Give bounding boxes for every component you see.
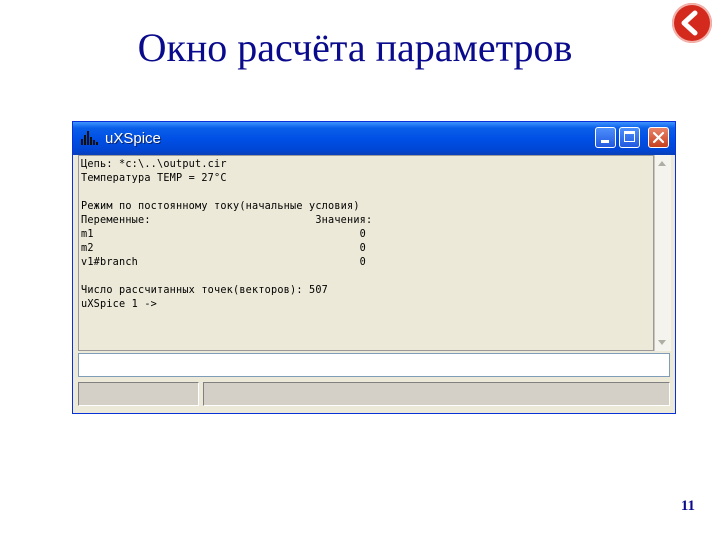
console-text: Цепь: *c:\..\output.cir Температура TEMP … bbox=[81, 158, 651, 312]
command-input[interactable] bbox=[78, 353, 670, 377]
status-cell-right bbox=[203, 382, 670, 406]
app-histogram-icon bbox=[81, 131, 99, 145]
console-line: Температура TEMP = 27°C bbox=[81, 173, 227, 184]
console-line: m1 0 bbox=[81, 229, 367, 240]
console-line: Переменные: Значения: bbox=[81, 215, 373, 226]
close-button[interactable] bbox=[648, 127, 669, 148]
slide-title-text: Окно расчёта параметров bbox=[137, 25, 573, 70]
maximize-button[interactable] bbox=[619, 127, 640, 148]
status-cell-left bbox=[78, 382, 199, 406]
console-line: Цепь: *c:\..\output.cir bbox=[81, 159, 227, 170]
minimize-icon bbox=[601, 140, 609, 143]
scroll-up-icon[interactable] bbox=[658, 161, 666, 166]
window-title: uXSpice bbox=[105, 130, 161, 147]
console-line: m2 0 bbox=[81, 243, 367, 254]
status-bar bbox=[78, 382, 670, 408]
console-line: v1#branch 0 bbox=[81, 257, 367, 268]
back-arrow-icon bbox=[681, 10, 698, 36]
console-line: Число рассчитанных точек(векторов): 507 bbox=[81, 285, 329, 296]
console-line: Режим по постоянному току(начальные усло… bbox=[81, 201, 360, 212]
page-number: 11 bbox=[680, 498, 695, 514]
vertical-scrollbar[interactable] bbox=[654, 155, 671, 351]
slide-title: Окно расчёта параметров bbox=[0, 24, 720, 71]
scroll-down-icon[interactable] bbox=[658, 340, 666, 345]
back-button[interactable] bbox=[672, 3, 712, 43]
window-titlebar[interactable]: uXSpice bbox=[73, 122, 675, 155]
uxspice-window: uXSpice Цепь: *c:\..\output.cir Температу… bbox=[72, 121, 676, 414]
close-icon bbox=[652, 131, 665, 144]
console-line: uXSpice 1 -> bbox=[81, 299, 158, 310]
minimize-button[interactable] bbox=[595, 127, 616, 148]
console-output[interactable]: Цепь: *c:\..\output.cir Температура TEMP … bbox=[78, 155, 654, 351]
maximize-icon bbox=[624, 131, 635, 142]
